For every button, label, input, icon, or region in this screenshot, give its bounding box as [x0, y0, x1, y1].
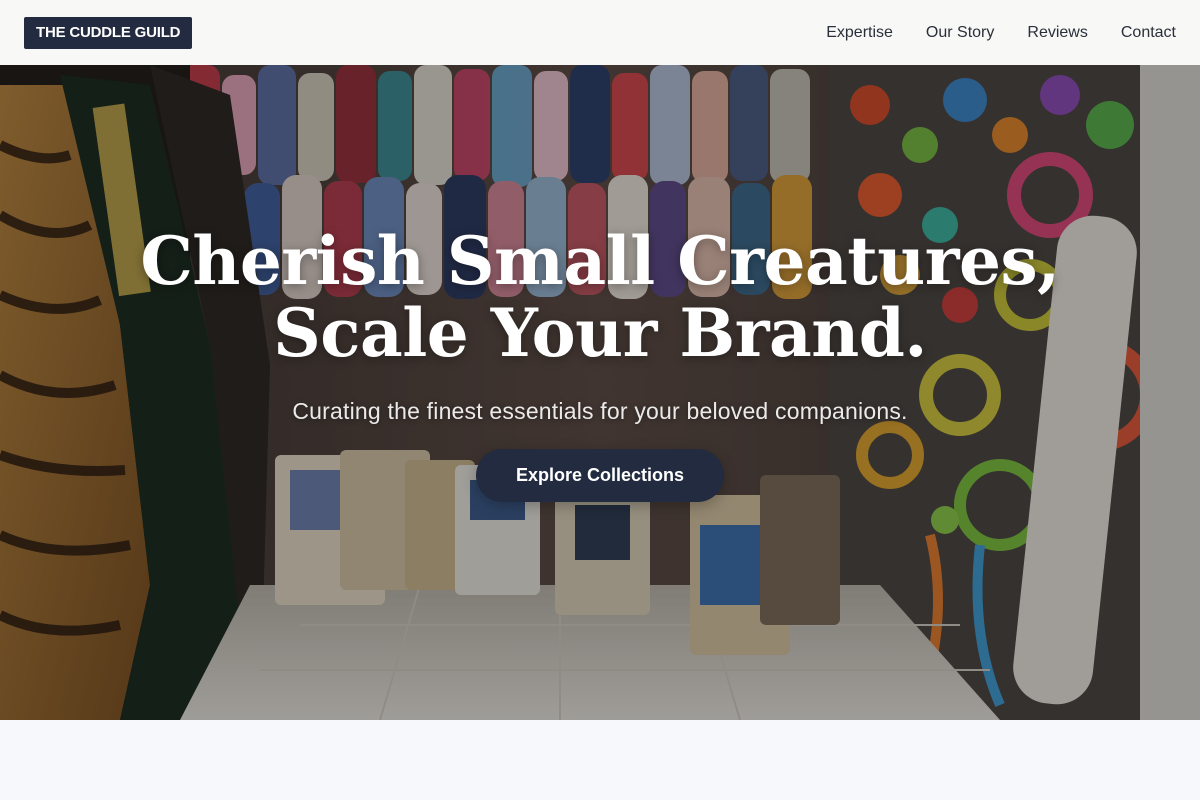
main-nav: Expertise Our Story Reviews Contact: [826, 24, 1176, 42]
hero-content: Cherish Small Creatures, Scale Your Bran…: [0, 65, 1200, 720]
nav-link-contact[interactable]: Contact: [1121, 24, 1176, 42]
hero-title-line-2: Scale Your Brand.: [273, 294, 927, 372]
nav-link-expertise[interactable]: Expertise: [826, 24, 893, 42]
brand-logo[interactable]: THE CUDDLE GUILD: [24, 16, 193, 49]
hero-title: Cherish Small Creatures, Scale Your Bran…: [0, 225, 1200, 369]
hero-subtitle: Curating the finest essentials for your …: [292, 398, 908, 424]
site-header: THE CUDDLE GUILD Expertise Our Story Rev…: [0, 0, 1200, 65]
nav-link-our-story[interactable]: Our Story: [926, 24, 994, 42]
below-hero-section: [0, 720, 1200, 800]
explore-collections-button[interactable]: Explore Collections: [476, 449, 724, 502]
hero-section: Cherish Small Creatures, Scale Your Bran…: [0, 65, 1200, 720]
hero-title-line-1: Cherish Small Creatures,: [140, 222, 1060, 300]
nav-link-reviews[interactable]: Reviews: [1027, 24, 1087, 42]
